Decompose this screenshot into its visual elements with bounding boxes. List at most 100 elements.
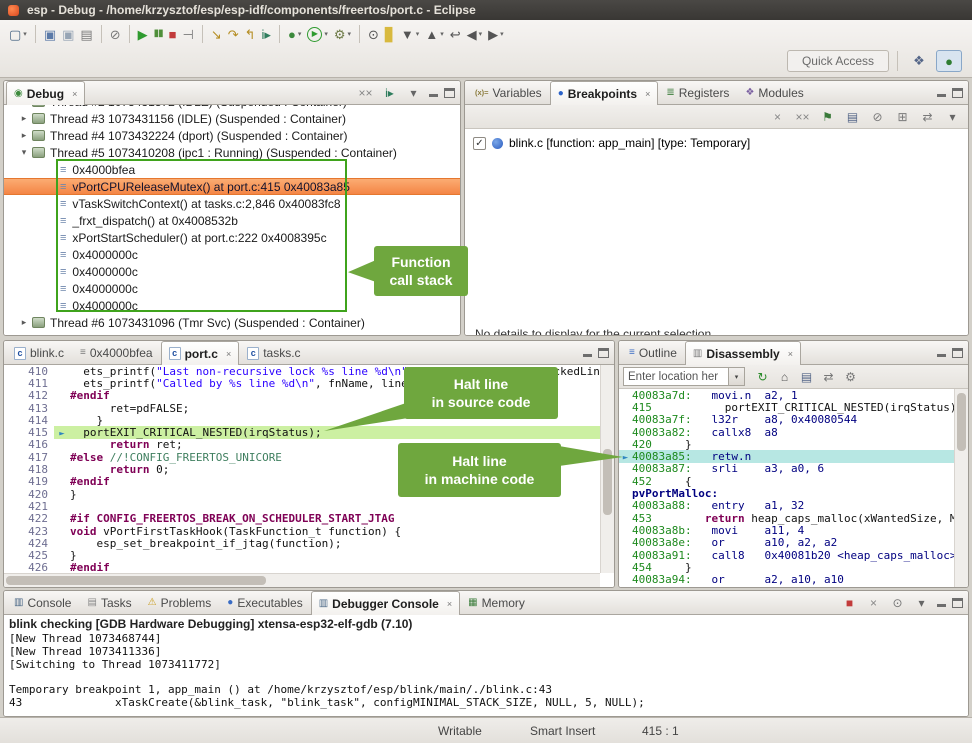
disassembly-line[interactable]: 452 { [619, 475, 954, 487]
console-tab-debugger-console[interactable]: ▥Debugger Console× [311, 591, 460, 615]
disassembly-listing[interactable]: 40083a7d: movi.n a2, 1415 portEXIT_CRITI… [619, 389, 954, 587]
debug-thread-row[interactable]: ▾Thread #5 1073410208 (ipc1 : Running) (… [4, 144, 460, 161]
code-line[interactable]: 425} [4, 549, 600, 561]
tree-collapsed-arrow-icon[interactable]: ▸ [18, 130, 30, 141]
close-icon[interactable]: × [72, 89, 77, 99]
debug-stack-frame-row[interactable]: ≡0x4000bfea [4, 161, 460, 178]
debug-dropdown-icon[interactable]: ▾ [298, 30, 302, 38]
show-source-button[interactable]: ▤ [797, 367, 816, 386]
right-tab-registers[interactable]: ≣Registers [658, 81, 737, 104]
tree-collapsed-arrow-icon[interactable]: ▸ [18, 317, 30, 328]
view-menu-button[interactable]: ▾ [404, 83, 423, 102]
code-line[interactable]: 423void vPortFirstTaskHook(TaskFunction_… [4, 525, 600, 537]
forward-button[interactable]: ▶▾ [485, 22, 507, 46]
back-dropdown-icon[interactable]: ▾ [479, 30, 483, 38]
right-tab-breakpoints[interactable]: ●Breakpoints× [550, 81, 659, 105]
use-step-filters-button[interactable]: i▸ [380, 83, 399, 102]
console-tab-memory[interactable]: ▦Memory [460, 591, 533, 614]
code-line[interactable]: 413 ret=pdFALSE; [4, 402, 600, 414]
view-settings-button[interactable]: ⚙ [841, 367, 860, 386]
disassembly-line[interactable]: 40083a87: srli a3, a0, 6 [619, 463, 954, 475]
debug-thread-row[interactable]: ▸Thread #3 1073431156 (IDLE) (Suspended … [4, 110, 460, 127]
remove-breakpoint-button[interactable]: × [768, 107, 787, 126]
close-icon[interactable]: × [788, 349, 793, 359]
code-line[interactable]: 424 esp_set_breakpoint_if_jtag(function)… [4, 537, 600, 549]
quick-access-button[interactable]: Quick Access [787, 50, 889, 72]
debug-stack-frame-row[interactable]: ≡0x4000000c [4, 297, 460, 314]
editor-tab-tasks-c[interactable]: ctasks.c [239, 341, 308, 364]
terminate-console-button[interactable]: ■ [840, 593, 859, 612]
back-button[interactable]: ◀▾ [464, 22, 486, 46]
code-line[interactable]: 417#else //!CONFIG_FREERTOS_UNICORE [4, 451, 600, 463]
disconnect-button[interactable]: ⊣ [179, 22, 196, 46]
skip-all-breakpoints-button[interactable]: ⊘ [868, 107, 887, 126]
code-line[interactable]: 420} [4, 488, 600, 500]
disassembly-line[interactable]: 40083a7f: l32r a8, 0x40080544 [619, 414, 954, 426]
code-line[interactable]: 419#endif [4, 476, 600, 488]
instruction-stepping-button[interactable]: i▸ [259, 22, 274, 46]
editor-tab-port-c[interactable]: cport.c× [161, 341, 240, 365]
breakpoint-item[interactable]: ✓ blink.c [function: app_main] [type: Te… [473, 136, 968, 150]
debug-stack-frame-row[interactable]: ≡xPortStartScheduler() at port.c:222 0x4… [4, 229, 460, 246]
sync-active-context-button[interactable]: ⇄ [819, 367, 838, 386]
new-wizard-button[interactable]: ▢▾ [6, 22, 30, 46]
disassembly-line[interactable]: 40083a82: callx8 a8 [619, 426, 954, 438]
right-tab-modules[interactable]: ❖Modules [737, 81, 811, 104]
console-tab-console[interactable]: ▥Console [6, 591, 79, 614]
remove-all-breakpoints-button[interactable]: ×× [793, 107, 812, 126]
skip-all-breakpoints-button[interactable]: ⊘ [107, 22, 124, 46]
maximize-icon[interactable] [952, 598, 963, 608]
disassembly-line[interactable]: 40083a88: entry a1, 32 [619, 500, 954, 512]
external-tools-button[interactable]: ⚙▾ [331, 22, 354, 46]
mark-occurrences-button[interactable]: ▊ [382, 22, 398, 46]
maximize-icon[interactable] [598, 348, 609, 358]
disassembly-line[interactable]: 40083a8e: or a10, a2, a2 [619, 537, 954, 549]
breakpoints-list[interactable]: ✓ blink.c [function: app_main] [type: Te… [465, 129, 968, 335]
debug-stack-frame-row[interactable]: ≡0x4000000c [4, 246, 460, 263]
titlebar[interactable]: esp - Debug - /home/krzysztof/esp/esp-id… [0, 0, 972, 20]
minimize-icon[interactable] [936, 348, 947, 358]
disasm-tab-disassembly[interactable]: ▥Disassembly× [685, 341, 801, 365]
expand-all-button[interactable]: ⊞ [893, 107, 912, 126]
previous-annotation-button[interactable]: ▲▾ [422, 22, 446, 46]
run-dropdown-icon[interactable]: ▾ [324, 30, 328, 38]
debug-call-stack-tree[interactable]: ▸Thread #2 1073431372 (IDLE) (Suspended … [4, 105, 460, 335]
disassembly-line[interactable]: 40083a94: or a2, a10, a10 [619, 573, 954, 585]
disassembly-line[interactable]: 454 } [619, 561, 954, 573]
resume-button[interactable]: ▶ [135, 22, 151, 46]
breakpoint-checkbox[interactable]: ✓ [473, 137, 486, 150]
minimize-icon[interactable] [582, 348, 593, 358]
minimize-icon[interactable] [936, 88, 947, 98]
forward-dropdown-icon[interactable]: ▾ [500, 30, 504, 38]
tree-expanded-arrow-icon[interactable]: ▾ [18, 147, 30, 158]
step-return-button[interactable]: ↰ [242, 22, 259, 46]
scrollbar-thumb[interactable] [603, 449, 612, 515]
external-tools-dropdown-icon[interactable]: ▾ [348, 30, 352, 38]
save-button[interactable]: ▣ [41, 22, 59, 46]
next-annotation-dropdown-icon[interactable]: ▾ [416, 30, 420, 38]
search-button[interactable]: ⊙ [365, 22, 382, 46]
code-line[interactable]: 418 return 0; [4, 463, 600, 475]
debug-stack-frame-row[interactable]: ≡0x4000000c [4, 280, 460, 297]
save-all-button[interactable]: ▣ [59, 22, 77, 46]
open-perspective-icon[interactable]: ❖ [906, 50, 932, 72]
next-annotation-button[interactable]: ▼▾ [398, 22, 422, 46]
code-line[interactable]: 411 ets_printf("Called by %s line %d\n",… [4, 377, 600, 389]
display-selected-console-button[interactable]: ▾ [912, 593, 931, 612]
debug-button[interactable]: ●▾ [285, 22, 304, 46]
scrollbar-thumb[interactable] [957, 393, 966, 451]
code-line[interactable]: 415► portEXIT_CRITICAL_NESTED(irqStatus)… [4, 426, 600, 438]
code-line[interactable]: 416 return ret; [4, 439, 600, 451]
debug-stack-frame-row[interactable]: ≡vPortCPUReleaseMutex() at port.c:415 0x… [4, 178, 460, 195]
editor-horizontal-scrollbar[interactable] [4, 573, 600, 587]
debug-perspective-icon[interactable]: ● [936, 50, 962, 72]
debug-thread-row[interactable]: ▸Thread #4 1073432224 (dport) (Suspended… [4, 127, 460, 144]
close-icon[interactable]: × [645, 89, 650, 99]
disassembly-line[interactable]: ►40083a85: retw.n [619, 450, 954, 462]
code-line[interactable]: 421 [4, 500, 600, 512]
editor-tab-0x4000bfea[interactable]: ≡0x4000bfea [72, 341, 161, 364]
go-to-file-button[interactable]: ▤ [843, 107, 862, 126]
last-edit-location-button[interactable]: ↩ [447, 22, 464, 46]
source-code-editor[interactable]: 410 ets_printf("Last non-recursive lock … [4, 365, 600, 573]
code-line[interactable]: 426#endif [4, 562, 600, 573]
